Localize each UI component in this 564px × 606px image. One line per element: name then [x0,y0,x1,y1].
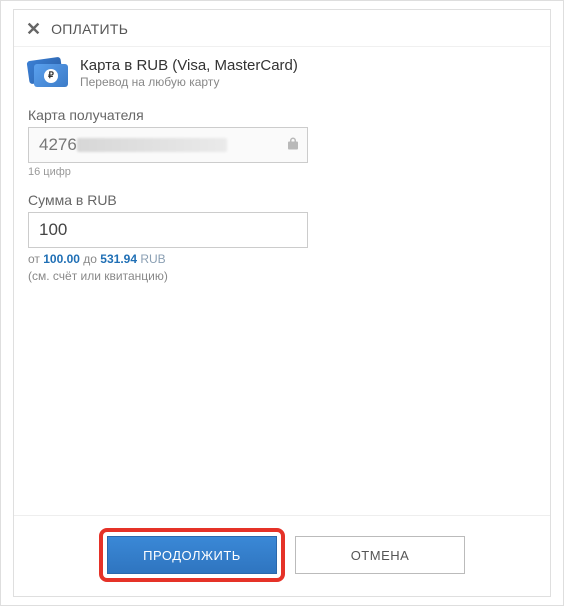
cancel-button[interactable]: ОТМЕНА [295,536,465,574]
amount-input[interactable] [28,212,308,248]
ruble-badge-icon: ₽ [44,69,58,83]
amount-hint: от 100.00 до 531.94 RUB (см. счёт или кв… [28,251,536,285]
recipient-card-input[interactable]: 4276 [28,127,308,163]
form-body: Карта получателя 4276 16 цифр Сумма в RU… [14,99,550,515]
modal-title: ОПЛАТИТЬ [51,21,128,37]
lock-icon [287,137,299,154]
continue-button[interactable]: ПРОДОЛЖИТЬ [107,536,277,574]
continue-highlight: ПРОДОЛЖИТЬ [99,528,285,582]
recipient-card-group: Карта получателя 4276 16 цифр [28,107,536,178]
card-number-masked [77,138,227,152]
modal-footer: ПРОДОЛЖИТЬ ОТМЕНА [14,515,550,596]
close-icon[interactable]: ✕ [26,20,41,38]
card-number-prefix: 4276 [39,135,77,155]
payment-method-row: ₽ Карта в RUB (Visa, MasterCard) Перевод… [14,47,550,99]
payment-method-subtitle: Перевод на любую карту [80,75,298,89]
payment-modal: ✕ ОПЛАТИТЬ ₽ Карта в RUB (Visa, MasterCa… [13,9,551,597]
payment-method-title: Карта в RUB (Visa, MasterCard) [80,57,298,74]
card-icon: ₽ [28,59,68,87]
amount-group: Сумма в RUB от 100.00 до 531.94 RUB (см.… [28,192,536,285]
recipient-card-hint: 16 цифр [28,166,536,178]
amount-label: Сумма в RUB [28,192,536,208]
recipient-card-label: Карта получателя [28,107,536,123]
modal-header: ✕ ОПЛАТИТЬ [14,10,550,47]
